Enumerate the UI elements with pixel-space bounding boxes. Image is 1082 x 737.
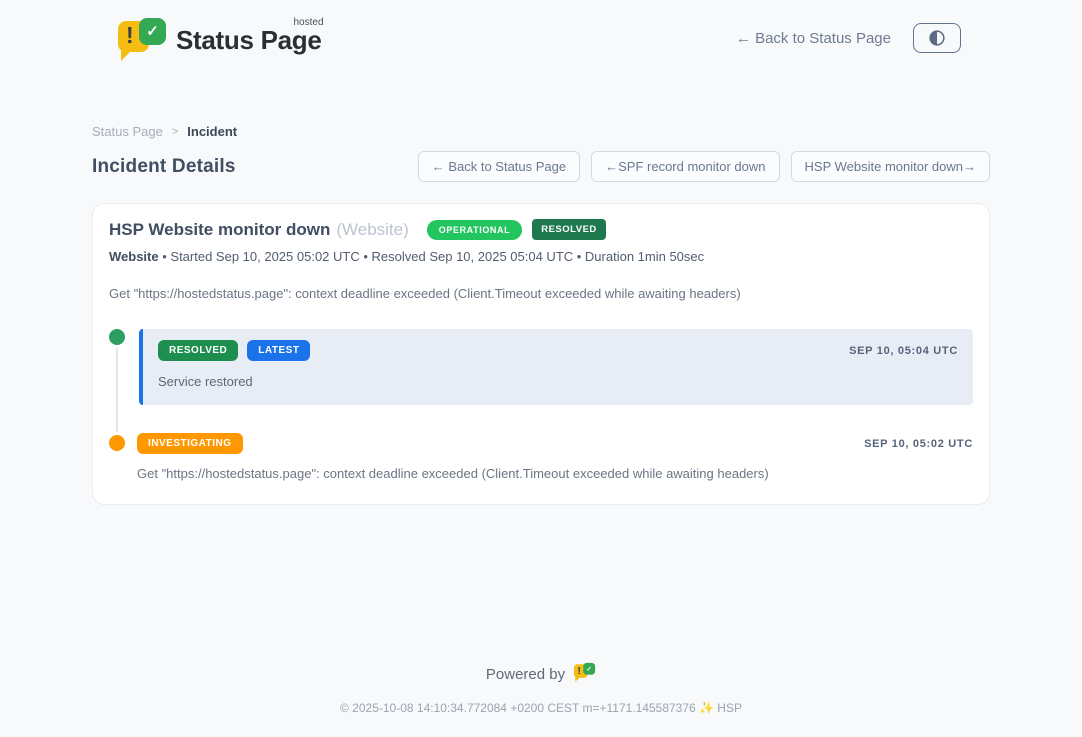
statuspage-mini-logo-icon: ! ✓ [574, 664, 596, 684]
powered-by-link[interactable]: Powered by ! ✓ [486, 664, 596, 684]
title-row: Incident Details ← Back to Status Page ←… [92, 151, 990, 182]
next-incident-button[interactable]: HSP Website monitor down→ [791, 151, 990, 182]
copyright-text: © 2025-10-08 14:10:34.772084 +0200 CEST … [0, 701, 1082, 715]
brand-logo[interactable]: ! ✓ Status Page hosted [118, 16, 322, 60]
timeline-entry-resolved: RESOLVED LATEST SEP 10, 05:04 UTC Servic… [109, 329, 973, 405]
contrast-icon [927, 28, 947, 48]
brand-text: Status Page hosted [176, 25, 322, 56]
brand-name: Status Page [176, 25, 322, 55]
timeline-entry-highlight-box: RESOLVED LATEST SEP 10, 05:04 UTC Servic… [139, 329, 973, 405]
timeline-entry-message: Service restored [158, 374, 958, 389]
statuspage-logo-icon: ! ✓ [118, 16, 166, 60]
logo-bubble-tail [121, 50, 132, 61]
previous-incident-button[interactable]: ←SPF record monitor down [591, 151, 779, 182]
timeline-entry-investigating: INVESTIGATING SEP 10, 05:02 UTC Get "htt… [109, 435, 973, 481]
main-content: Status Page > Incident Incident Details … [92, 124, 990, 505]
resolved-badge: RESOLVED [158, 340, 238, 361]
operational-badge: OPERATIONAL [427, 220, 522, 240]
checkmark-icon: ✓ [139, 18, 166, 45]
timeline-entry-content: INVESTIGATING SEP 10, 05:02 UTC Get "htt… [137, 433, 973, 481]
back-to-status-page-button[interactable]: ← Back to Status Page [418, 151, 580, 182]
incident-meta-component: Website [109, 249, 159, 264]
incident-meta: Website • Started Sep 10, 2025 05:02 UTC… [109, 249, 973, 264]
incident-card-title-row: HSP Website monitor down (Website) OPERA… [109, 219, 973, 240]
breadcrumb: Status Page > Incident [92, 124, 990, 139]
latest-badge: LATEST [247, 340, 310, 361]
back-to-status-page-link[interactable]: ← Back to Status Page [736, 30, 891, 47]
timeline-entry-badges: INVESTIGATING [137, 433, 243, 454]
breadcrumb-separator: > [172, 126, 178, 138]
investigating-badge: INVESTIGATING [137, 433, 243, 454]
timeline-entry-message: Get "https://hostedstatus.page": context… [137, 466, 973, 481]
breadcrumb-incident: Incident [187, 124, 237, 139]
powered-by-label: Powered by [486, 666, 565, 683]
incident-component: (Website) [336, 220, 408, 240]
header-actions: ← Back to Status Page [736, 23, 961, 53]
resolved-status-badge: RESOLVED [532, 219, 606, 240]
theme-toggle-button[interactable] [913, 23, 961, 53]
exclamation-icon: ! [126, 24, 134, 47]
timeline-entry-timestamp: SEP 10, 05:02 UTC [864, 438, 973, 450]
incident-timeline: RESOLVED LATEST SEP 10, 05:04 UTC Servic… [109, 329, 973, 481]
timeline-entry-header: INVESTIGATING SEP 10, 05:02 UTC [137, 433, 973, 454]
header: ! ✓ Status Page hosted ← Back to Status … [0, 0, 1082, 60]
incident-nav-buttons: ← Back to Status Page ←SPF record monito… [418, 151, 990, 182]
brand-superscript: hosted [294, 17, 324, 28]
page-title: Incident Details [92, 156, 236, 178]
incident-card: HSP Website monitor down (Website) OPERA… [92, 203, 990, 505]
timeline-dot-green [109, 329, 125, 345]
footer: Powered by ! ✓ © 2025-10-08 14:10:34.772… [0, 664, 1082, 737]
incident-title: HSP Website monitor down [109, 220, 330, 240]
incident-meta-details: • Started Sep 10, 2025 05:02 UTC • Resol… [162, 249, 704, 264]
incident-description: Get "https://hostedstatus.page": context… [109, 286, 973, 301]
timeline-entry-badges: RESOLVED LATEST [158, 340, 310, 361]
timeline-entry-header: RESOLVED LATEST SEP 10, 05:04 UTC [158, 340, 958, 361]
breadcrumb-status-page[interactable]: Status Page [92, 124, 163, 139]
timeline-dot-orange [109, 435, 125, 451]
timeline-entry-timestamp: SEP 10, 05:04 UTC [849, 345, 958, 357]
